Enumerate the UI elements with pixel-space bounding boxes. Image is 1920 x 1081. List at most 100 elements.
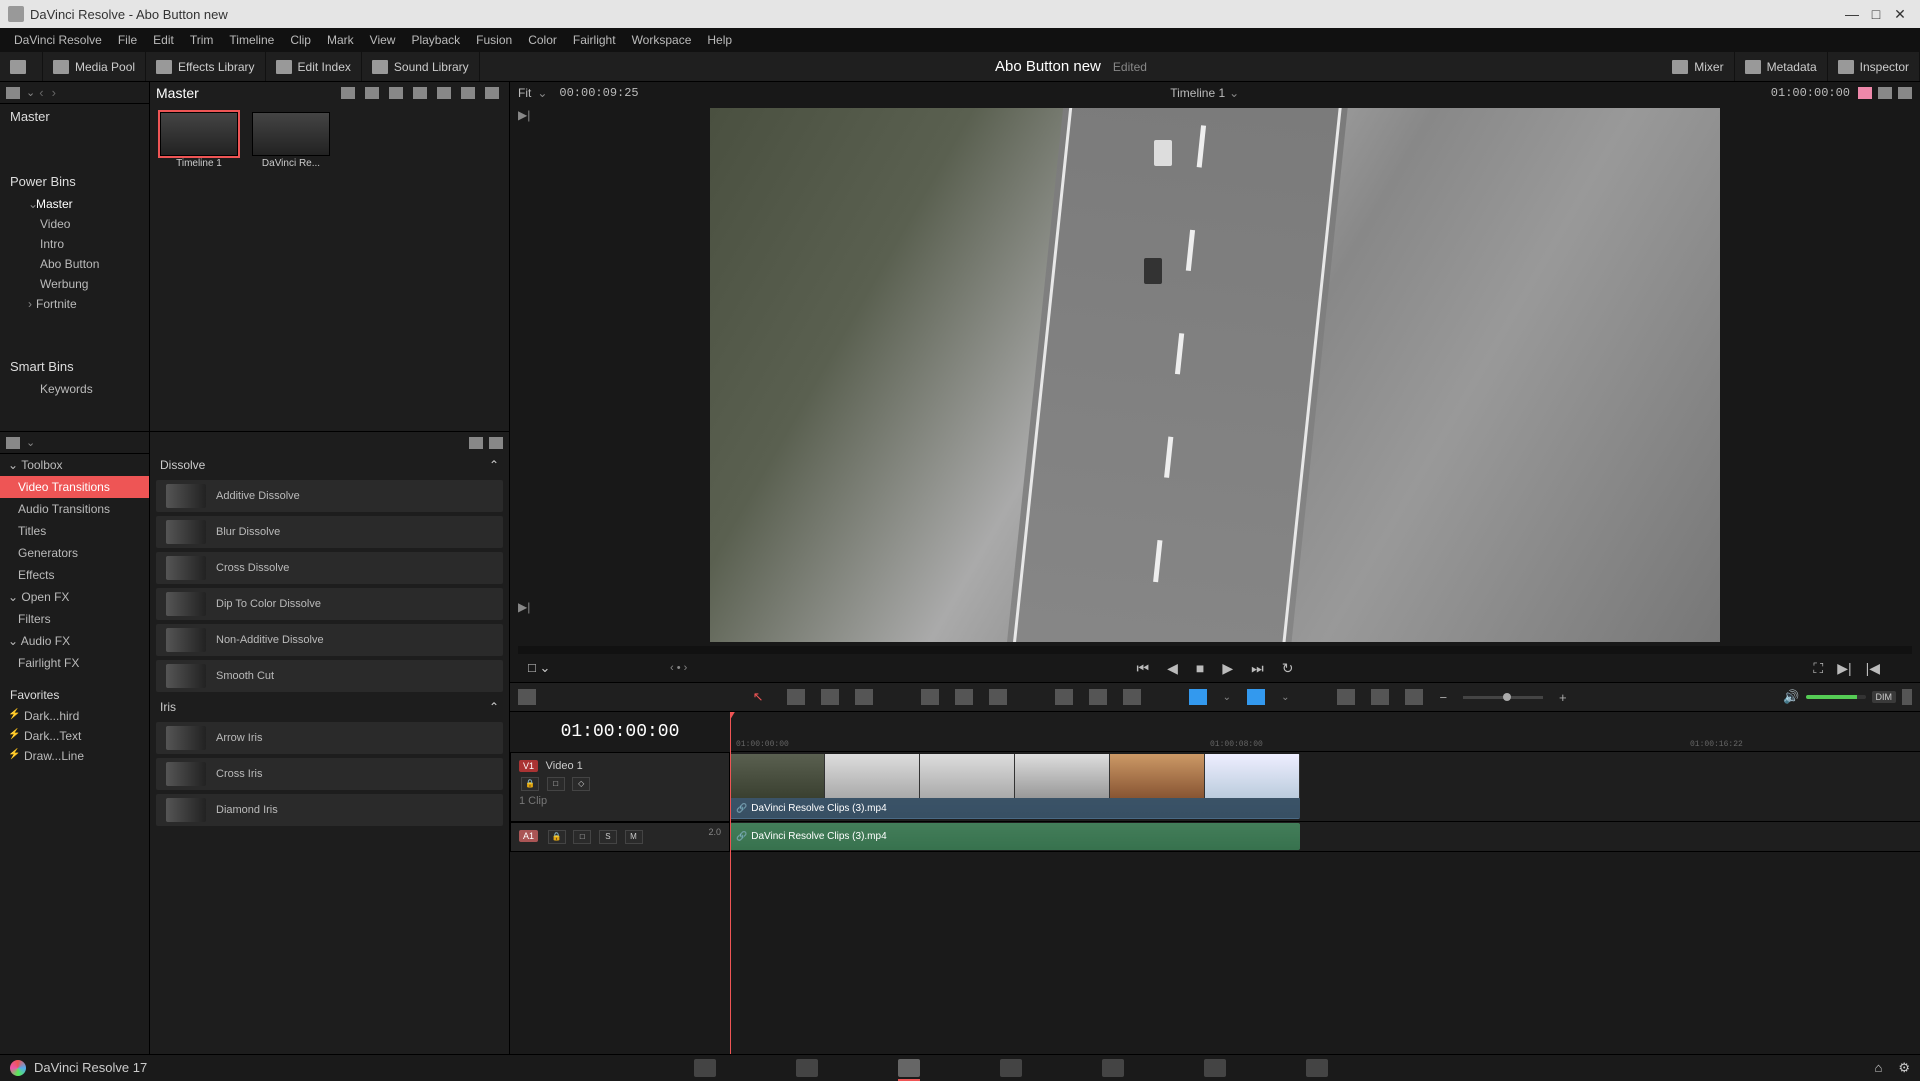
- menu-fairlight[interactable]: Fairlight: [565, 33, 624, 47]
- blade-tool[interactable]: [855, 689, 873, 705]
- bin-fortnite[interactable]: ›Fortnite: [10, 294, 149, 314]
- page-deliver[interactable]: [1306, 1059, 1328, 1077]
- more-icon[interactable]: [485, 87, 499, 99]
- fx-cross-dissolve[interactable]: Cross Dissolve: [156, 552, 503, 584]
- viewer-image[interactable]: [710, 108, 1720, 642]
- settings-icon[interactable]: ⚙: [1898, 1060, 1910, 1076]
- speaker-icon[interactable]: 🔊: [1783, 689, 1799, 705]
- snap-icon[interactable]: [1337, 689, 1355, 705]
- zoom-ctrl[interactable]: ‹ • ›: [670, 662, 687, 674]
- smartbin-keywords[interactable]: Keywords: [10, 379, 149, 399]
- fx-cross-iris[interactable]: Cross Iris: [156, 758, 503, 790]
- tool-filters[interactable]: Filters: [0, 608, 149, 630]
- bin-nav-back[interactable]: ‹: [35, 85, 47, 100]
- audio-clip[interactable]: DaVinci Resolve Clips (3).mp4: [730, 823, 1300, 850]
- filter-icon[interactable]: [461, 87, 475, 99]
- edit-index-toggle[interactable]: Edit Index: [266, 52, 362, 81]
- timeline-name[interactable]: Timeline 1: [1170, 86, 1225, 100]
- menu-playback[interactable]: Playback: [403, 33, 468, 47]
- menu-help[interactable]: Help: [699, 33, 740, 47]
- openfx-header[interactable]: ⌄ Open FX: [0, 586, 149, 608]
- bin-abo-button[interactable]: Abo Button: [10, 254, 149, 274]
- menu-color[interactable]: Color: [520, 33, 565, 47]
- tool-effects[interactable]: Effects: [0, 564, 149, 586]
- last-frame-icon[interactable]: |◀: [1866, 660, 1880, 677]
- inspector-toggle[interactable]: Inspector: [1828, 52, 1920, 81]
- menu-davinci[interactable]: DaVinci Resolve: [6, 33, 110, 47]
- prev-frame-button[interactable]: ◀: [1167, 660, 1178, 677]
- media-item-timeline1[interactable]: Timeline 1: [158, 112, 240, 169]
- bin-master[interactable]: ⌄Master: [10, 194, 149, 214]
- timeline-view-options-icon[interactable]: [518, 689, 536, 705]
- fullscreen-icon[interactable]: ⛶: [1813, 660, 1823, 677]
- toolbox-list-icon[interactable]: [6, 437, 20, 449]
- next-edit-icon[interactable]: ▶|: [1837, 660, 1851, 677]
- view-thumbs-icon[interactable]: [365, 87, 379, 99]
- playhead[interactable]: [730, 712, 731, 1054]
- favorite-item[interactable]: Dark...hird: [0, 706, 149, 726]
- fx-category-iris[interactable]: Iris⌃: [150, 696, 509, 718]
- video-track-tag[interactable]: V1: [519, 760, 538, 772]
- razor-icon[interactable]: [1055, 689, 1073, 705]
- menu-workspace[interactable]: Workspace: [624, 33, 700, 47]
- next-frame-button[interactable]: ⏭: [1251, 660, 1264, 677]
- media-item-clip[interactable]: DaVinci Re...: [250, 112, 332, 169]
- view-stripes-icon[interactable]: [341, 87, 355, 99]
- page-cut[interactable]: [796, 1059, 818, 1077]
- volume-control[interactable]: 🔊 DIM: [1783, 689, 1912, 705]
- video-clip[interactable]: DaVinci Resolve Clips (3).mp4: [730, 754, 1300, 819]
- bypass-color-icon[interactable]: [1858, 87, 1872, 99]
- timeline-tc[interactable]: 01:00:00:00: [510, 712, 730, 752]
- source-tc[interactable]: 00:00:09:25: [559, 86, 638, 100]
- bin-video[interactable]: Video: [10, 214, 149, 234]
- link-icon[interactable]: [1089, 689, 1107, 705]
- bin-werbung[interactable]: Werbung: [10, 274, 149, 294]
- track-enable-button[interactable]: □: [547, 777, 565, 791]
- fx-blur-dissolve[interactable]: Blur Dissolve: [156, 516, 503, 548]
- dynamic-trim-tool[interactable]: [821, 689, 839, 705]
- overwrite-tool[interactable]: [955, 689, 973, 705]
- match-frame-icon[interactable]: ▶|: [518, 108, 530, 122]
- track-solo-button[interactable]: ◇: [572, 777, 590, 791]
- overlay-dropdown[interactable]: □ ⌄: [528, 660, 550, 676]
- stop-button[interactable]: ■: [1196, 660, 1204, 676]
- fx-arrow-iris[interactable]: Arrow Iris: [156, 722, 503, 754]
- audio-track-tag[interactable]: A1: [519, 830, 538, 842]
- page-edit[interactable]: [898, 1059, 920, 1077]
- zoom-out[interactable]: −: [1439, 690, 1447, 705]
- sound-library-toggle[interactable]: Sound Library: [362, 52, 480, 81]
- sort-icon[interactable]: [437, 87, 451, 99]
- tool-video-transitions[interactable]: Video Transitions: [0, 476, 149, 498]
- selection-tool[interactable]: ↖: [753, 689, 771, 705]
- volume-slider[interactable]: [1806, 695, 1866, 699]
- minimize-button[interactable]: —: [1840, 6, 1864, 22]
- effects-library-toggle[interactable]: Effects Library: [146, 52, 265, 81]
- menu-edit[interactable]: Edit: [145, 33, 182, 47]
- fx-category-dissolve[interactable]: Dissolve⌃: [150, 454, 509, 476]
- bin-list-icon[interactable]: [6, 87, 20, 99]
- timeline-ruler[interactable]: 01:00:00:00 01:00:08:00 01:00:16:22: [730, 712, 1920, 752]
- view-list-icon[interactable]: [389, 87, 403, 99]
- fx-non-additive-dissolve[interactable]: Non-Additive Dissolve: [156, 624, 503, 656]
- audio-track-header[interactable]: A1 🔒 □ S M 2.0: [510, 822, 730, 852]
- bin-root[interactable]: Master: [0, 104, 149, 129]
- more-icon[interactable]: [1898, 87, 1912, 99]
- page-fairlight[interactable]: [1204, 1059, 1226, 1077]
- menu-timeline[interactable]: Timeline: [221, 33, 282, 47]
- page-fusion[interactable]: [1000, 1059, 1022, 1077]
- audio-track-1[interactable]: DaVinci Resolve Clips (3).mp4: [730, 822, 1920, 852]
- search-icon[interactable]: [469, 437, 483, 449]
- toolbox-header[interactable]: ⌄ Toolbox: [0, 454, 149, 476]
- fx-dip-to-color[interactable]: Dip To Color Dissolve: [156, 588, 503, 620]
- zoom-in[interactable]: +: [1559, 690, 1567, 705]
- menu-clip[interactable]: Clip: [282, 33, 319, 47]
- audio-lock-button[interactable]: 🔒: [548, 830, 566, 844]
- menu-mark[interactable]: Mark: [319, 33, 362, 47]
- menu-file[interactable]: File: [110, 33, 145, 47]
- favorite-item[interactable]: Dark...Text: [0, 726, 149, 746]
- trim-tool[interactable]: [787, 689, 805, 705]
- bin-breadcrumb[interactable]: Master: [156, 85, 199, 101]
- zoom-fit[interactable]: Fit: [518, 86, 531, 100]
- audiofx-header[interactable]: ⌄ Audio FX: [0, 630, 149, 652]
- close-button[interactable]: ✕: [1888, 6, 1912, 23]
